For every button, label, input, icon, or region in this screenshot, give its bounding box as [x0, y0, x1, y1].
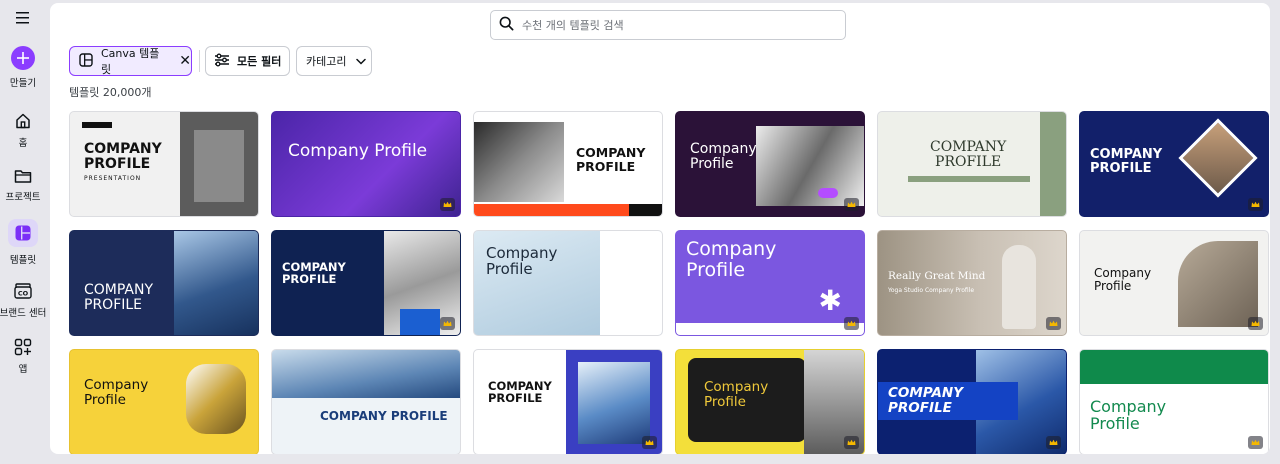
- template-title: COMPANY PROFILE: [488, 379, 552, 406]
- template-card[interactable]: COMPANY PROFILE: [1079, 111, 1269, 217]
- template-title: COMPANY PROFILE: [320, 409, 448, 423]
- scrollbar[interactable]: [1270, 0, 1280, 464]
- template-title: Really Great Mind: [888, 270, 986, 282]
- menu-button[interactable]: [0, 10, 46, 29]
- template-card[interactable]: Company Profile: [1079, 230, 1269, 336]
- sidebar-item-apps[interactable]: 앱: [0, 338, 46, 375]
- apps-icon: [14, 338, 32, 356]
- crown-icon: [844, 198, 859, 211]
- template-title: COMPANY PROFILE: [576, 145, 646, 174]
- sidebar-item-label: 앱: [18, 364, 28, 375]
- template-card[interactable]: COMPANY PROFILE: [271, 230, 461, 336]
- template-title: Company Profile: [1090, 397, 1167, 434]
- sidebar-item-label: 템플릿: [9, 255, 37, 266]
- category-dropdown[interactable]: 카테고리: [296, 46, 372, 76]
- crown-icon: [1248, 436, 1263, 449]
- template-card[interactable]: COMPANY PROFILE: [473, 349, 663, 454]
- template-title: COMPANY PROFILE: [84, 141, 162, 173]
- crown-icon: [1046, 436, 1061, 449]
- template-title: COMPANY PROFILE: [930, 139, 1007, 171]
- close-icon[interactable]: ✕: [179, 53, 191, 69]
- divider: [199, 50, 200, 72]
- template-card[interactable]: Company Profile: [69, 349, 259, 454]
- template-title: Company Profile: [704, 379, 769, 410]
- template-card[interactable]: COMPANY PROFILE PRESENTATION: [69, 111, 259, 217]
- chevron-down-icon: [356, 58, 367, 65]
- result-count: 템플릿 20,000개: [69, 86, 152, 99]
- template-title: COMPANY PROFILE: [84, 282, 154, 314]
- sidebar-item-brand[interactable]: CO 브랜드 센터: [0, 282, 46, 319]
- crown-icon: [440, 198, 455, 211]
- sidebar-item-label: 만들기: [9, 78, 37, 89]
- sliders-icon: [214, 53, 230, 70]
- sidebar-item-label: 브랜드 센터: [0, 308, 47, 319]
- search-input[interactable]: [522, 18, 822, 32]
- sidebar-item-projects[interactable]: 프로젝트: [0, 168, 46, 203]
- template-title: Company Profile: [486, 244, 558, 279]
- template-title: Company Profile: [84, 377, 149, 408]
- template-card[interactable]: Company Profile: [675, 111, 865, 217]
- canva-templates-label: Canva 템플릿: [101, 47, 160, 76]
- template-card[interactable]: COMPANY PROFILE: [473, 111, 663, 217]
- sidebar: 만들기 홈 프로젝트 템플릿 CO 브랜드 센터 앱: [0, 0, 46, 464]
- template-card[interactable]: Company Profile: [271, 111, 461, 217]
- sidebar-item-label: 프로젝트: [5, 192, 41, 203]
- template-card[interactable]: COMPANY PROFILE: [877, 349, 1067, 454]
- crown-icon: [844, 436, 859, 449]
- template-card[interactable]: COMPANY PROFILE: [877, 111, 1067, 217]
- brand-icon: CO: [13, 282, 33, 300]
- template-card[interactable]: COMPANY PROFILE: [69, 230, 259, 336]
- template-title: COMPANY PROFILE: [1090, 147, 1163, 177]
- template-card[interactable]: Really Great Mind Yoga Studio Company Pr…: [877, 230, 1067, 336]
- search-box[interactable]: [490, 10, 846, 40]
- crown-icon: [1248, 317, 1263, 330]
- template-icon: [79, 52, 93, 70]
- template-title: Company Profile: [690, 141, 757, 173]
- all-filters-label: 모든 필터: [237, 55, 282, 68]
- canva-templates-chip[interactable]: Canva 템플릿 ✕: [69, 46, 192, 76]
- template-card[interactable]: Company Profile: [1079, 349, 1269, 454]
- crown-icon: [844, 317, 859, 330]
- template-title: COMPANY PROFILE: [282, 260, 346, 287]
- template-card[interactable]: Company Profile ✱: [675, 230, 865, 336]
- template-title: Company Profile: [288, 141, 428, 161]
- template-card[interactable]: Company Profile: [675, 349, 865, 454]
- sidebar-item-label: 홈: [18, 138, 28, 149]
- template-card[interactable]: COMPANY PROFILE: [271, 349, 461, 454]
- all-filters-button[interactable]: 모든 필터: [205, 46, 290, 76]
- template-title: COMPANY PROFILE: [888, 385, 963, 416]
- sidebar-item-home[interactable]: 홈: [0, 112, 46, 149]
- sidebar-item-templates[interactable]: 템플릿: [0, 219, 46, 266]
- search-icon: [499, 16, 514, 35]
- sidebar-item-create[interactable]: 만들기: [0, 46, 46, 89]
- bottom-edge: [0, 454, 1280, 464]
- plus-icon: [11, 46, 35, 70]
- category-label: 카테고리: [306, 55, 347, 68]
- crown-icon: [440, 317, 455, 330]
- template-subtitle: PRESENTATION: [84, 175, 142, 182]
- template-card[interactable]: Company Profile: [473, 230, 663, 336]
- template-subtitle: Yoga Studio Company Profile: [888, 287, 975, 294]
- template-title: Company Profile: [1094, 266, 1152, 293]
- home-icon: [14, 112, 32, 130]
- crown-icon: [642, 436, 657, 449]
- template-title: Company Profile: [686, 238, 777, 281]
- main-panel: Canva 템플릿 ✕ 모든 필터 카테고리 템플릿 20,000개 COMPA…: [50, 3, 1270, 454]
- crown-icon: [1046, 317, 1061, 330]
- hamburger-icon: [15, 10, 31, 29]
- svg-text:CO: CO: [18, 290, 29, 298]
- crown-icon: [1248, 198, 1263, 211]
- template-icon: [8, 219, 38, 247]
- asterisk-icon: ✱: [818, 284, 842, 317]
- folder-icon: [14, 168, 32, 184]
